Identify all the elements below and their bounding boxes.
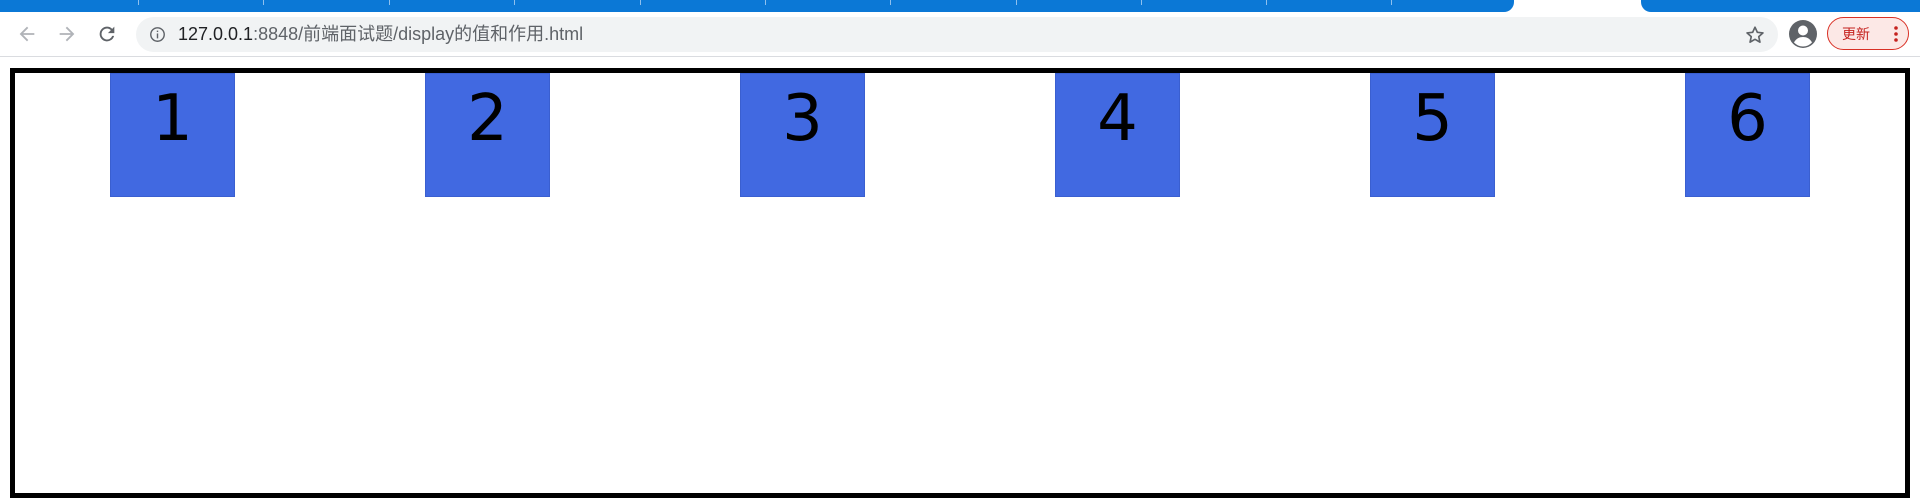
tab-separator <box>138 0 139 5</box>
box-4: 4 <box>1055 73 1180 197</box>
browser-toolbar: 127.0.0.1:8848/前端面试题/display的值和作用.html 更… <box>0 12 1920 57</box>
tab-separator <box>1016 0 1017 5</box>
tab-strip <box>0 0 1920 12</box>
star-icon[interactable] <box>1744 24 1766 46</box>
tab-separator <box>263 0 264 5</box>
reload-button[interactable] <box>92 19 122 49</box>
tab-separator <box>1391 0 1392 5</box>
url-host: 127.0.0.1 <box>178 24 254 44</box>
box-3: 3 <box>740 73 865 197</box>
box-5: 5 <box>1370 73 1495 197</box>
forward-button[interactable] <box>52 19 82 49</box>
tab-separator <box>514 0 515 5</box>
box-1: 1 <box>110 73 235 197</box>
box-6: 6 <box>1685 73 1810 197</box>
box-row: 1 2 3 4 5 6 <box>15 73 1905 203</box>
box-2: 2 <box>425 73 550 197</box>
tab-separator <box>389 0 390 5</box>
tab-separator <box>765 0 766 5</box>
update-label: 更新 <box>1842 26 1870 43</box>
forward-arrow-icon <box>59 26 75 42</box>
tab-strip-left[interactable] <box>0 0 1514 12</box>
reload-icon <box>99 26 115 42</box>
info-icon[interactable] <box>149 26 166 43</box>
more-vert-icon <box>1894 26 1898 42</box>
tab-separator <box>890 0 891 5</box>
update-button[interactable]: 更新 <box>1827 17 1909 50</box>
address-bar[interactable]: 127.0.0.1:8848/前端面试题/display的值和作用.html <box>136 17 1778 52</box>
tab-strip-right[interactable] <box>1641 0 1920 12</box>
tab-separator <box>640 0 641 5</box>
url-text[interactable]: 127.0.0.1:8848/前端面试题/display的值和作用.html <box>178 17 583 52</box>
back-button[interactable] <box>12 19 42 49</box>
page-container: 1 2 3 4 5 6 <box>10 68 1910 498</box>
back-arrow-icon <box>19 26 35 42</box>
tab-separator <box>1141 0 1142 5</box>
tab-separator <box>1266 0 1267 5</box>
url-path: :8848/前端面试题/display的值和作用.html <box>253 24 584 44</box>
avatar-icon[interactable] <box>1788 19 1818 49</box>
